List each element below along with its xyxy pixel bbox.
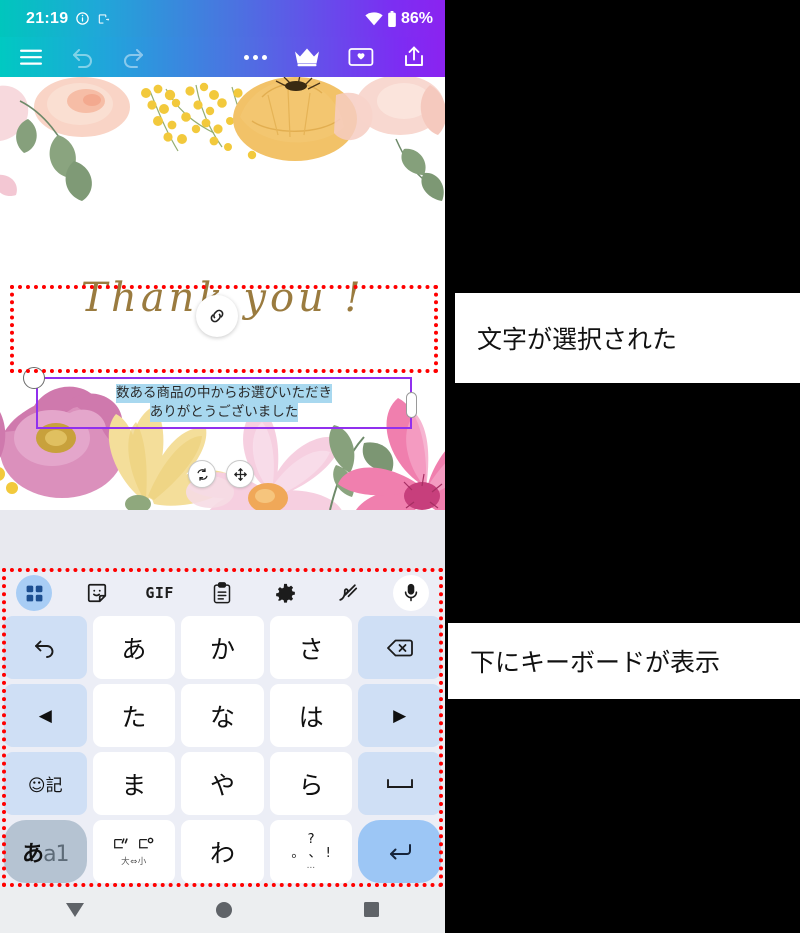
- selected-text-line-2: ありがとうございました: [149, 403, 299, 422]
- link-icon[interactable]: [196, 295, 238, 337]
- key-backspace[interactable]: [358, 616, 441, 679]
- screen-rotation-lock-icon: [97, 12, 111, 26]
- key-ma[interactable]: ま: [92, 752, 176, 815]
- handwriting-icon[interactable]: [330, 575, 366, 611]
- more-options-icon[interactable]: [239, 42, 271, 72]
- selected-text-box[interactable]: 数ある商品の中からお選びいただき ありがとうございました: [23, 367, 417, 429]
- keyboard-row: ◀ た な は ▶: [4, 684, 441, 747]
- key-dakuten-sublabel: 大⇔小: [121, 857, 147, 867]
- battery-icon: [387, 10, 397, 27]
- key-punctuation-question: ?: [307, 832, 315, 847]
- greeting-card: Thank you ! 数ある商品の中からお選びいただき ありがとうございました: [0, 77, 445, 510]
- key-enter[interactable]: [358, 820, 441, 883]
- microphone-icon[interactable]: [392, 575, 429, 611]
- canvas-gap: [0, 510, 445, 570]
- recents-square-icon[interactable]: [363, 901, 380, 923]
- keyboard-key-rows: あ か さ ◀ た な は ▶ ☺記 ま や ら あa1 大⇔小 わ ? 。 、…: [4, 616, 441, 883]
- key-undo[interactable]: [4, 616, 87, 679]
- info-icon: [75, 11, 90, 26]
- key-na[interactable]: な: [181, 684, 264, 747]
- key-space[interactable]: [358, 752, 441, 815]
- selected-text-content: 数ある商品の中からお選びいただき ありがとうございました: [38, 379, 410, 427]
- wifi-icon: [365, 11, 383, 26]
- redo-icon[interactable]: [118, 42, 148, 72]
- key-cursor-left[interactable]: ◀: [4, 684, 87, 747]
- clock-text: 21:19: [26, 9, 69, 27]
- key-ra[interactable]: ら: [269, 752, 353, 815]
- android-nav-bar: [0, 888, 445, 933]
- sticker-icon[interactable]: [79, 575, 115, 611]
- selected-text-line-1: 数ある商品の中からお選びいただき: [116, 384, 332, 403]
- undo-icon[interactable]: [68, 42, 98, 72]
- key-wa[interactable]: わ: [181, 820, 264, 883]
- key-input-mode[interactable]: あa1: [4, 820, 87, 883]
- save-to-gallery-icon[interactable]: [345, 42, 377, 72]
- keyboard-switch-icon[interactable]: [16, 575, 52, 611]
- rotate-icon[interactable]: [188, 460, 216, 488]
- key-dakuten-glyphs: [112, 836, 155, 854]
- key-ka[interactable]: か: [181, 616, 264, 679]
- keyboard-row: あa1 大⇔小 わ ? 。 、 ! …: [4, 820, 441, 883]
- keyboard-toolbar: GIF: [4, 570, 441, 616]
- annotation-note-keyboard-shown: 下にキーボードが表示: [448, 623, 800, 699]
- back-triangle-icon[interactable]: [65, 901, 85, 924]
- key-input-mode-label: あa1: [22, 841, 70, 867]
- key-a[interactable]: あ: [92, 616, 176, 679]
- key-dakuten[interactable]: 大⇔小: [92, 820, 176, 883]
- battery-percent-text: 86%: [400, 9, 433, 27]
- app-toolbar: [0, 37, 445, 77]
- text-box-delete-handle[interactable]: [23, 367, 45, 389]
- premium-crown-icon[interactable]: [291, 42, 323, 72]
- key-punctuation-glyphs: 。 、 !: [291, 846, 331, 861]
- key-punctuation-sublabel: …: [306, 861, 316, 871]
- share-icon[interactable]: [399, 42, 429, 72]
- clipboard-icon[interactable]: [204, 575, 240, 611]
- settings-gear-icon[interactable]: [267, 575, 303, 611]
- design-canvas[interactable]: Thank you ! 数ある商品の中からお選びいただき ありがとうございました: [0, 77, 445, 510]
- annotation-note-text-selected: 文字が選択された: [455, 293, 800, 383]
- keyboard-row: ☺記 ま や ら: [4, 752, 441, 815]
- keyboard-row: あ か さ: [4, 616, 441, 679]
- screenshot-root: 21:19 86% Thank you ! 数ある商品の中からお選びいただき あ…: [0, 0, 800, 933]
- status-bar: 21:19 86%: [0, 0, 445, 37]
- move-icon[interactable]: [226, 460, 254, 488]
- key-cursor-right[interactable]: ▶: [358, 684, 441, 747]
- key-ta[interactable]: た: [92, 684, 176, 747]
- floral-background-illustration: [0, 77, 445, 510]
- key-punctuation[interactable]: ? 。 、 ! …: [269, 820, 353, 883]
- home-circle-icon[interactable]: [215, 901, 233, 924]
- phone-screen: 21:19 86% Thank you ! 数ある商品の中からお選びいただき あ…: [0, 0, 445, 933]
- key-sa[interactable]: さ: [269, 616, 353, 679]
- key-ya[interactable]: や: [181, 752, 264, 815]
- gif-icon[interactable]: GIF: [142, 575, 178, 611]
- key-ha[interactable]: は: [269, 684, 353, 747]
- key-emoji-symbol[interactable]: ☺記: [4, 752, 87, 815]
- text-box-resize-handle[interactable]: [406, 392, 417, 418]
- status-bar-left: 21:19: [26, 10, 111, 28]
- software-keyboard[interactable]: GIF あ か さ ◀ た な は ▶ ☺記 ま や ら あa1 大⇔小 わ ?…: [0, 570, 445, 888]
- hamburger-menu-icon[interactable]: [16, 42, 46, 72]
- status-bar-right: 86%: [365, 10, 433, 28]
